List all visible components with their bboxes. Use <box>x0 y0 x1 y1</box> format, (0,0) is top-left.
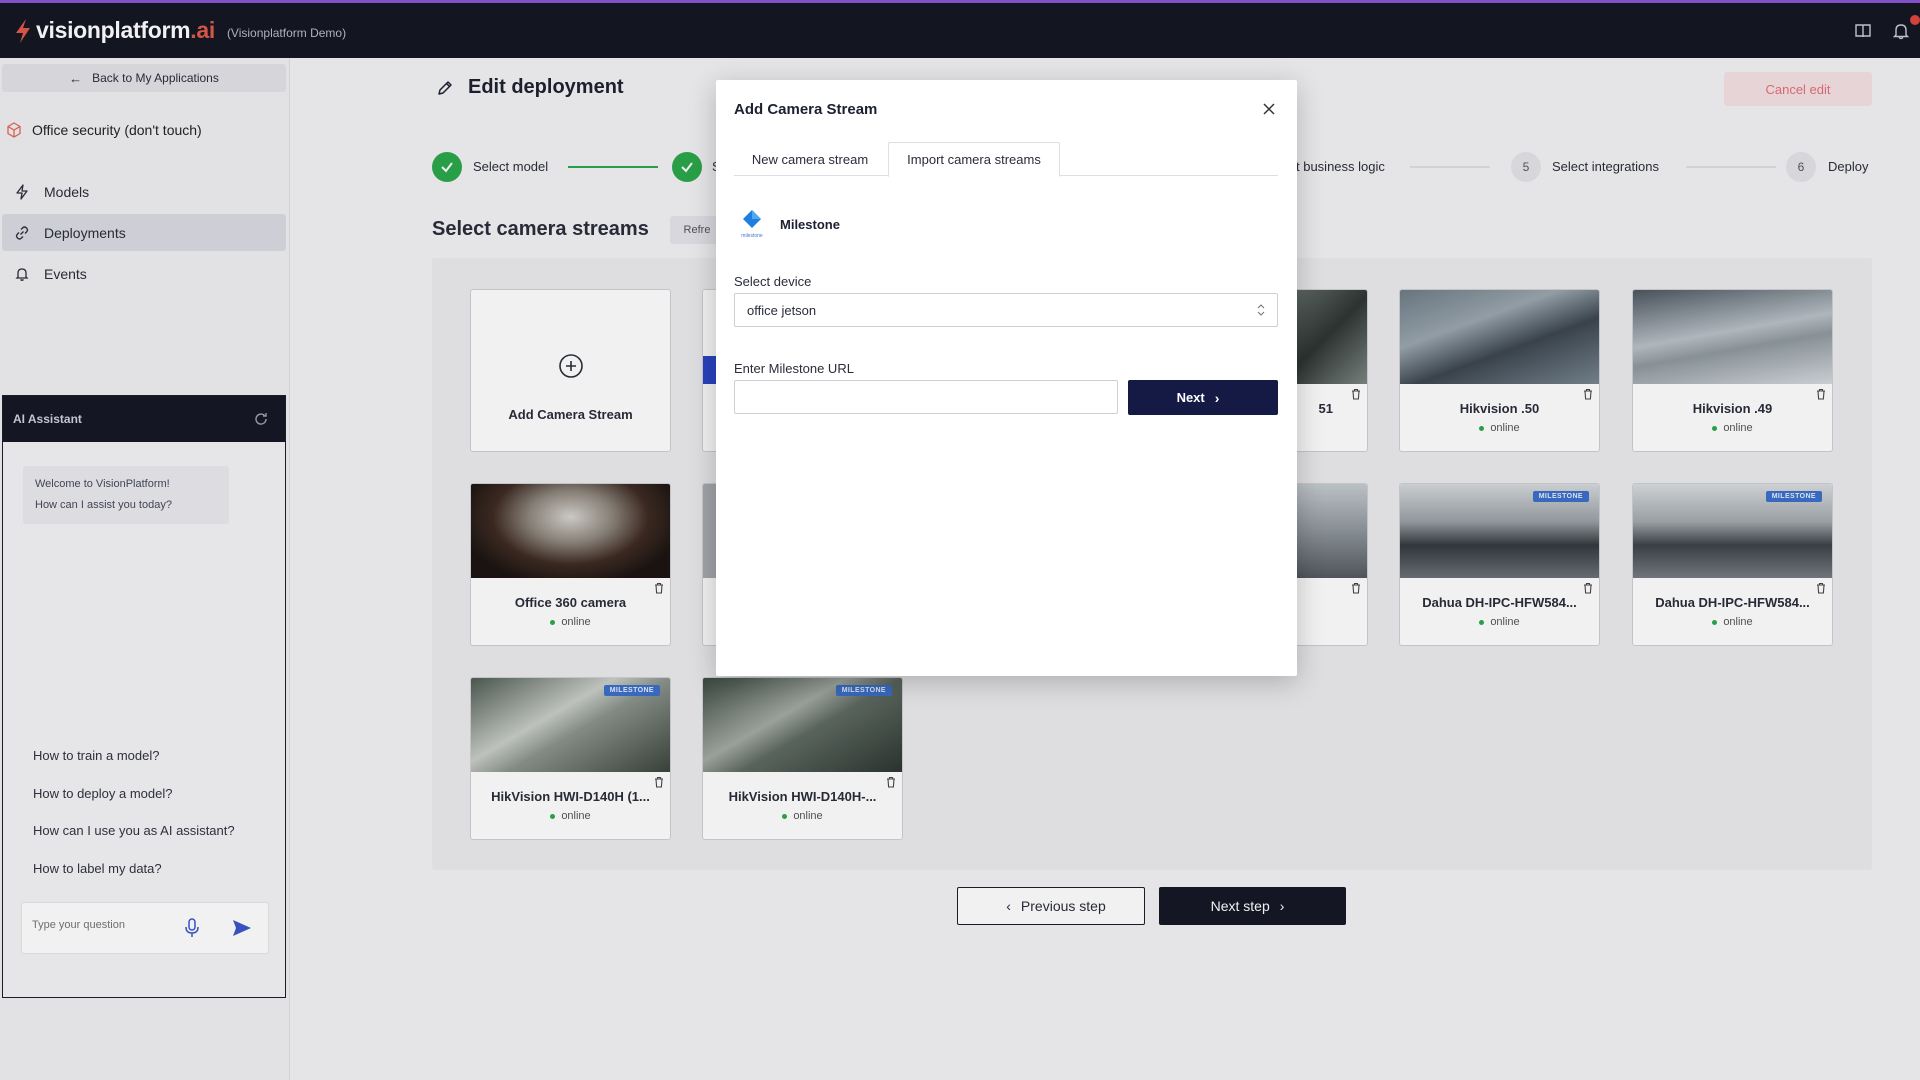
tab-import-camera-streams[interactable]: Import camera streams <box>888 142 1060 177</box>
milestone-url-input[interactable] <box>734 380 1118 414</box>
tab-new-camera-stream[interactable]: New camera stream <box>734 142 886 177</box>
milestone-logo: milestone <box>734 208 770 240</box>
chevron-right-icon: › <box>1214 389 1220 406</box>
chevron-updown-icon <box>1257 304 1265 316</box>
device-select-value: office jetson <box>747 302 817 318</box>
select-device-label: Select device <box>734 274 812 289</box>
modal-title: Add Camera Stream <box>734 101 878 118</box>
device-select[interactable]: office jetson <box>734 293 1278 327</box>
modal-tabs: New camera stream Import camera streams <box>734 142 1278 177</box>
modal-next-button[interactable]: Next › <box>1128 380 1278 415</box>
close-icon[interactable] <box>1262 102 1276 116</box>
add-camera-stream-modal: Add Camera Stream New camera stream Impo… <box>716 80 1297 676</box>
provider-milestone: milestone Milestone <box>734 208 840 240</box>
milestone-diamond-icon <box>743 210 761 228</box>
milestone-logo-caption: milestone <box>741 233 763 239</box>
milestone-url-label: Enter Milestone URL <box>734 361 854 376</box>
provider-name: Milestone <box>780 216 840 232</box>
